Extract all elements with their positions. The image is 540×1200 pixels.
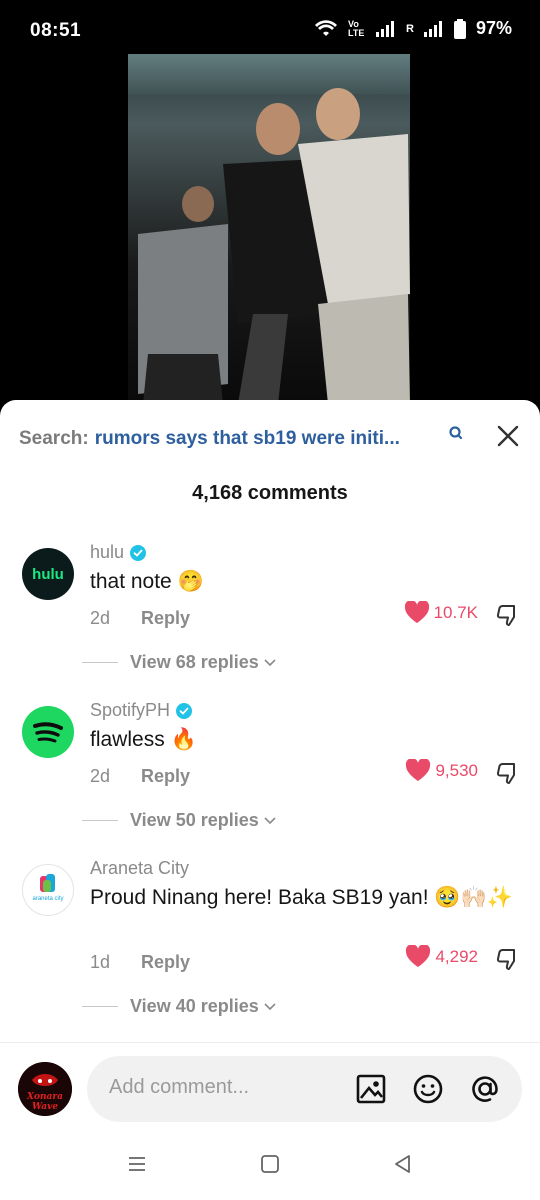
status-time: 08:51 <box>30 20 82 41</box>
status-icons: Vo LTE R 97% <box>314 18 512 39</box>
chevron-down-icon <box>264 658 276 666</box>
status-bar: 08:51 Vo LTE R 97% <box>0 0 540 60</box>
view-replies-label: View 40 replies <box>130 996 259 1016</box>
comment-age: 2d <box>90 766 111 786</box>
username-text[interactable]: Araneta City <box>90 858 189 879</box>
like-button[interactable]: 9,530 <box>405 759 478 783</box>
comment-username[interactable]: SpotifyPH <box>90 700 193 721</box>
video-player[interactable] <box>128 54 410 404</box>
home-icon[interactable] <box>258 1152 282 1176</box>
hulu-logo-text: hulu <box>32 565 64 583</box>
user-avatar-text: Xonara Wave <box>27 1092 63 1112</box>
heart-icon <box>404 601 429 623</box>
comment-username[interactable]: Araneta City <box>90 858 189 879</box>
heart-icon <box>406 759 431 781</box>
reply-button[interactable]: Reply <box>141 952 190 972</box>
comment-text: flawless 🔥 <box>90 728 197 751</box>
input-divider <box>0 1042 540 1043</box>
search-query-link[interactable]: rumors says that sb19 were initi... <box>95 428 400 450</box>
avatar-spotify[interactable] <box>22 706 74 758</box>
username-text[interactable]: hulu <box>90 542 124 563</box>
comment-username[interactable]: hulu <box>90 542 147 563</box>
view-replies-button[interactable]: View 40 replies <box>82 996 276 1017</box>
avatar-araneta-city[interactable]: araneta city <box>22 864 74 916</box>
signal-icon-2 <box>423 20 442 37</box>
replies-line <box>82 1006 118 1007</box>
verified-badge-icon <box>176 702 193 719</box>
like-count: 9,530 <box>435 761 478 780</box>
view-replies-button[interactable]: View 50 replies <box>82 810 276 831</box>
araneta-logo-text: araneta city <box>32 896 64 902</box>
comment-text: that note 🤭 <box>90 570 204 593</box>
like-button[interactable]: 4,292 <box>405 945 478 969</box>
comment-age: 1d <box>90 952 111 972</box>
battery-percent: 97% <box>475 18 512 38</box>
username-text[interactable]: SpotifyPH <box>90 700 170 721</box>
comment-input[interactable]: Add comment... <box>87 1056 522 1122</box>
volte-label: Vo LTE <box>348 18 365 38</box>
comment-input-bar: Xonara Wave Add comment... <box>0 1056 540 1126</box>
comment-meta: 2d Reply <box>90 608 190 629</box>
system-nav-bar <box>0 1140 540 1200</box>
back-icon[interactable] <box>391 1152 415 1176</box>
verified-badge-icon <box>130 544 147 561</box>
search-icon[interactable] <box>447 424 467 444</box>
view-replies-button[interactable]: View 68 replies <box>82 652 276 673</box>
wifi-icon <box>315 19 338 36</box>
comment-meta: 2d Reply <box>90 766 190 787</box>
battery-icon <box>453 18 466 39</box>
avatar-hulu[interactable]: hulu <box>22 548 74 600</box>
dislike-icon[interactable] <box>494 602 520 628</box>
dislike-icon[interactable] <box>494 760 520 786</box>
close-icon[interactable] <box>496 424 520 448</box>
araneta-city-logo-icon <box>40 874 55 892</box>
dislike-icon[interactable] <box>494 946 520 972</box>
comment-meta: 1d Reply <box>90 952 190 973</box>
chevron-down-icon <box>264 816 276 824</box>
like-button[interactable]: 10.7K <box>404 601 478 625</box>
reply-button[interactable]: Reply <box>141 766 190 786</box>
like-count: 10.7K <box>433 603 478 622</box>
image-icon[interactable] <box>355 1073 387 1105</box>
roaming-label: R <box>406 22 414 35</box>
view-replies-label: View 50 replies <box>130 810 259 830</box>
mention-icon[interactable] <box>469 1073 501 1105</box>
chevron-down-icon <box>264 1002 276 1010</box>
reply-button[interactable]: Reply <box>141 608 190 628</box>
comment-age: 2d <box>90 608 111 628</box>
search-prefix: Search: <box>19 428 89 449</box>
emoji-icon[interactable] <box>412 1073 444 1105</box>
menu-icon[interactable] <box>125 1152 149 1176</box>
like-count: 4,292 <box>435 947 478 966</box>
signal-icon <box>376 20 395 37</box>
heart-icon <box>406 945 431 967</box>
video-frame-image <box>138 88 410 404</box>
search-suggestion[interactable]: Search: rumors says that sb19 were initi… <box>19 424 520 454</box>
comment-text: Proud Ninang here! Baka SB19 yan! 🥹🙌🏻✨ <box>90 886 513 909</box>
comment-input-placeholder: Add comment... <box>109 1076 250 1098</box>
current-user-avatar[interactable]: Xonara Wave <box>18 1062 72 1116</box>
comments-sheet: Search: rumors says that sb19 were initi… <box>0 400 540 1200</box>
replies-line <box>82 662 118 663</box>
view-replies-label: View 68 replies <box>130 652 259 672</box>
replies-line <box>82 820 118 821</box>
spotify-logo-icon <box>33 722 63 743</box>
comment-count-title: 4,168 comments <box>192 482 348 504</box>
